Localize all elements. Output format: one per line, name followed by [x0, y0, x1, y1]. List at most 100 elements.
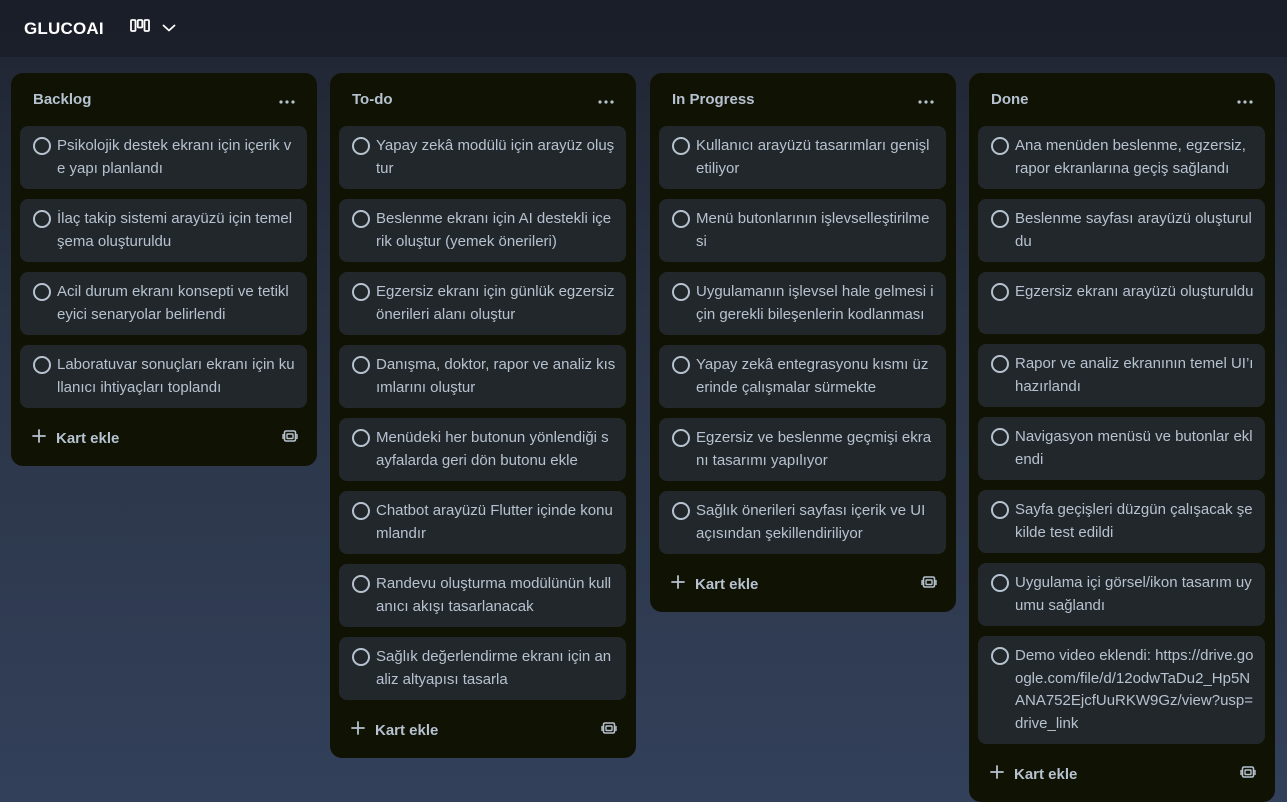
card-title: Yapay zekâ entegrasyonu kısmı üzerinde ç…: [696, 356, 929, 396]
card-title: Randevu oluşturma modülünün kullanıcı ak…: [376, 575, 612, 615]
checkbox-circle-icon[interactable]: [991, 574, 1009, 592]
list-done: Done Ana menüden beslenme, egzersiz, rap…: [969, 73, 1275, 802]
add-card-button[interactable]: Kart ekle: [671, 574, 759, 594]
card-template-button[interactable]: [920, 575, 938, 593]
plus-icon: [990, 764, 1004, 784]
card-title: Menü butonlarının işlevselleştirilmesi: [696, 210, 930, 250]
checkbox-circle-icon[interactable]: [352, 429, 370, 447]
checkbox-circle-icon[interactable]: [33, 137, 51, 155]
checkbox-circle-icon[interactable]: [672, 429, 690, 447]
card[interactable]: Sağlık değerlendirme ekranı için analiz …: [339, 637, 626, 700]
list-title[interactable]: Done: [991, 91, 1029, 108]
card-title: Sağlık değerlendirme ekranı için analiz …: [376, 648, 612, 688]
checkbox-circle-icon[interactable]: [991, 501, 1009, 519]
checkbox-circle-icon[interactable]: [991, 137, 1009, 155]
card[interactable]: Acil durum ekranı konsepti ve tetikleyic…: [20, 272, 307, 335]
card[interactable]: İlaç takip sistemi arayüzü için temel şe…: [20, 199, 307, 262]
card[interactable]: Laboratuvar sonuçları ekranı için kullan…: [20, 345, 307, 408]
card[interactable]: Egzersiz ekranı için günlük egzersiz öne…: [339, 272, 626, 335]
add-card-label: Kart ekle: [1014, 765, 1078, 783]
board-view-icon: [129, 19, 150, 38]
list-title[interactable]: In Progress: [672, 91, 755, 108]
list-footer: Kart ekle: [20, 418, 307, 458]
card[interactable]: Navigasyon menüsü ve butonlar eklendi: [978, 417, 1265, 480]
checkbox-circle-icon[interactable]: [352, 502, 370, 520]
card-title: Psikolojik destek ekranı için içerik ve …: [57, 137, 292, 177]
card[interactable]: Demo video eklendi: https://drive.google…: [978, 636, 1265, 744]
card-title: Egzersiz ve beslenme geçmişi ekranı tasa…: [696, 429, 932, 469]
card[interactable]: Egzersiz ekranı arayüzü oluşturuldu: [978, 272, 1265, 334]
card[interactable]: Uygulama içi görsel/ikon tasarım uyumu s…: [978, 563, 1265, 626]
more-icon: [918, 91, 934, 109]
card-title: Acil durum ekranı konsepti ve tetikleyic…: [57, 283, 289, 323]
checkbox-circle-icon[interactable]: [33, 356, 51, 374]
card-title: Beslenme sayfası arayüzü oluşturuldu: [1015, 210, 1252, 250]
add-card-button[interactable]: Kart ekle: [32, 428, 119, 448]
card[interactable]: Danışma, doktor, rapor ve analiz kısımla…: [339, 345, 626, 408]
checkbox-circle-icon[interactable]: [991, 283, 1009, 301]
checkbox-circle-icon[interactable]: [991, 210, 1009, 228]
list-footer: Kart ekle: [659, 564, 946, 604]
card-title: İlaç takip sistemi arayüzü için temel şe…: [57, 210, 293, 250]
card-title: Egzersiz ekranı arayüzü oluşturuldu: [1015, 283, 1254, 300]
checkbox-circle-icon[interactable]: [352, 210, 370, 228]
checkbox-circle-icon[interactable]: [352, 356, 370, 374]
card[interactable]: Chatbot arayüzü Flutter içinde konumland…: [339, 491, 626, 554]
checkbox-circle-icon[interactable]: [672, 210, 690, 228]
checkbox-circle-icon[interactable]: [672, 502, 690, 520]
plus-icon: [351, 720, 365, 740]
card-title: Ana menüden beslenme, egzersiz, rapor ek…: [1015, 137, 1246, 177]
checkbox-circle-icon[interactable]: [352, 137, 370, 155]
checkbox-circle-icon[interactable]: [991, 428, 1009, 446]
checkbox-circle-icon[interactable]: [33, 210, 51, 228]
checkbox-circle-icon[interactable]: [672, 137, 690, 155]
list-footer: Kart ekle: [978, 754, 1265, 794]
more-icon: [1237, 91, 1253, 109]
list-menu-button[interactable]: [273, 86, 301, 114]
card[interactable]: Yapay zekâ entegrasyonu kısmı üzerinde ç…: [659, 345, 946, 408]
list-menu-button[interactable]: [1231, 86, 1259, 114]
list-header: In Progress: [659, 73, 946, 126]
view-switcher[interactable]: [129, 19, 176, 38]
card[interactable]: Kullanıcı arayüzü tasarımları genişletil…: [659, 126, 946, 189]
board-title[interactable]: GLUCOAI: [24, 19, 104, 39]
card-template-button[interactable]: [600, 721, 618, 739]
checkbox-circle-icon[interactable]: [33, 283, 51, 301]
list-menu-button[interactable]: [912, 86, 940, 114]
card[interactable]: Rapor ve analiz ekranının temel UI’ı haz…: [978, 344, 1265, 407]
add-card-button[interactable]: Kart ekle: [990, 764, 1078, 784]
checkbox-circle-icon[interactable]: [352, 283, 370, 301]
card[interactable]: Sağlık önerileri sayfası içerik ve UI aç…: [659, 491, 946, 554]
card-template-button[interactable]: [281, 429, 299, 447]
card[interactable]: Beslenme sayfası arayüzü oluşturuldu: [978, 199, 1265, 262]
card[interactable]: Ana menüden beslenme, egzersiz, rapor ek…: [978, 126, 1265, 189]
card[interactable]: Beslenme ekranı için AI destekli içerik …: [339, 199, 626, 262]
checkbox-circle-icon[interactable]: [991, 355, 1009, 373]
card[interactable]: Uygulamanın işlevsel hale gelmesi için g…: [659, 272, 946, 335]
list-footer: Kart ekle: [339, 710, 626, 750]
card-title: Beslenme ekranı için AI destekli içerik …: [376, 210, 612, 250]
card[interactable]: Psikolojik destek ekranı için içerik ve …: [20, 126, 307, 189]
list-header: To-do: [339, 73, 626, 126]
checkbox-circle-icon[interactable]: [352, 575, 370, 593]
checkbox-circle-icon[interactable]: [991, 647, 1009, 665]
card[interactable]: Randevu oluşturma modülünün kullanıcı ak…: [339, 564, 626, 627]
card[interactable]: Menüdeki her butonun yönlendiği sayfalar…: [339, 418, 626, 481]
checkbox-circle-icon[interactable]: [352, 648, 370, 666]
list-menu-button[interactable]: [592, 86, 620, 114]
card[interactable]: Yapay zekâ modülü için arayüz oluştur: [339, 126, 626, 189]
card-template-button[interactable]: [1239, 765, 1257, 783]
add-card-label: Kart ekle: [695, 575, 759, 593]
checkbox-circle-icon[interactable]: [672, 283, 690, 301]
template-icon: [282, 428, 298, 449]
checkbox-circle-icon[interactable]: [672, 356, 690, 374]
list-title[interactable]: Backlog: [33, 91, 91, 108]
card[interactable]: Egzersiz ve beslenme geçmişi ekranı tasa…: [659, 418, 946, 481]
list-title[interactable]: To-do: [352, 91, 393, 108]
card[interactable]: Menü butonlarının işlevselleştirilmesi: [659, 199, 946, 262]
card[interactable]: Sayfa geçişleri düzgün çalışacak şekilde…: [978, 490, 1265, 553]
card-title: Rapor ve analiz ekranının temel UI’ı haz…: [1015, 355, 1254, 395]
more-icon: [598, 91, 614, 109]
card-title: Chatbot arayüzü Flutter içinde konumland…: [376, 502, 613, 542]
add-card-button[interactable]: Kart ekle: [351, 720, 438, 740]
